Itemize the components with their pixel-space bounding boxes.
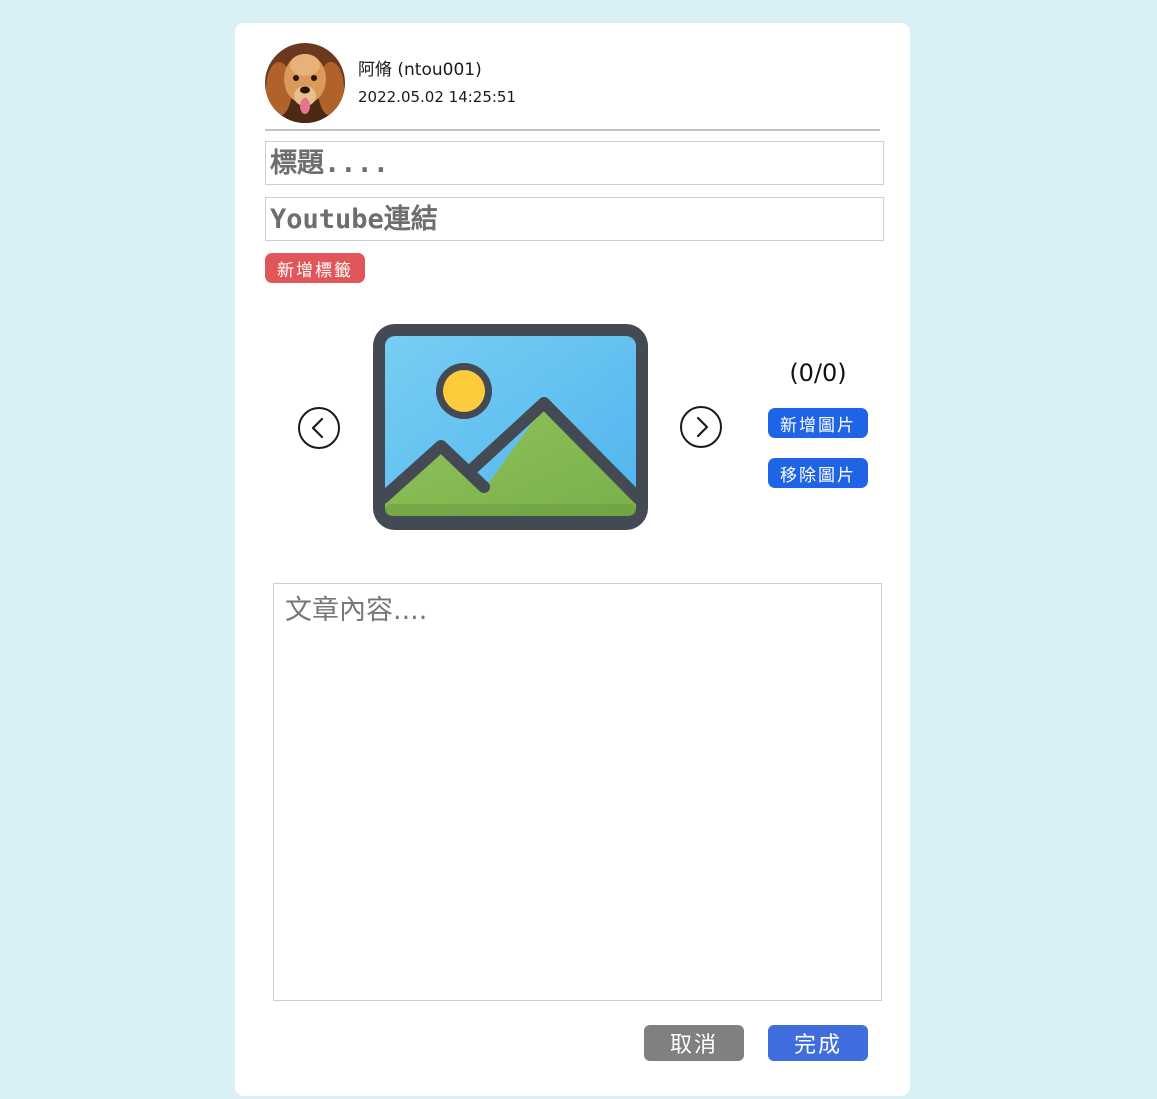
post-timestamp: 2022.05.02 14:25:51 [358, 88, 517, 106]
cancel-button[interactable]: 取消 [644, 1025, 744, 1061]
add-tag-button[interactable]: 新增標籤 [265, 253, 365, 283]
youtube-link-input[interactable] [265, 197, 884, 241]
post-editor-card: 阿脩 (ntou001) 2022.05.02 14:25:51 新增標籤 [235, 23, 910, 1096]
next-image-button[interactable] [679, 405, 723, 449]
previous-image-button[interactable] [297, 406, 341, 450]
title-input[interactable] [265, 141, 884, 185]
dog-avatar-image [265, 43, 345, 123]
add-image-button[interactable]: 新增圖片 [768, 408, 868, 438]
content-textarea[interactable] [273, 583, 882, 1001]
remove-image-button[interactable]: 移除圖片 [768, 458, 868, 488]
avatar [265, 43, 345, 123]
header-divider [265, 129, 880, 131]
chevron-right-circle-icon [680, 406, 722, 448]
image-preview [373, 324, 648, 530]
done-button[interactable]: 完成 [768, 1025, 868, 1061]
chevron-left-circle-icon [298, 407, 340, 449]
username: 阿脩 (ntou001) [358, 60, 482, 80]
image-counter: (0/0) [789, 359, 847, 387]
image-placeholder-icon [373, 324, 648, 530]
